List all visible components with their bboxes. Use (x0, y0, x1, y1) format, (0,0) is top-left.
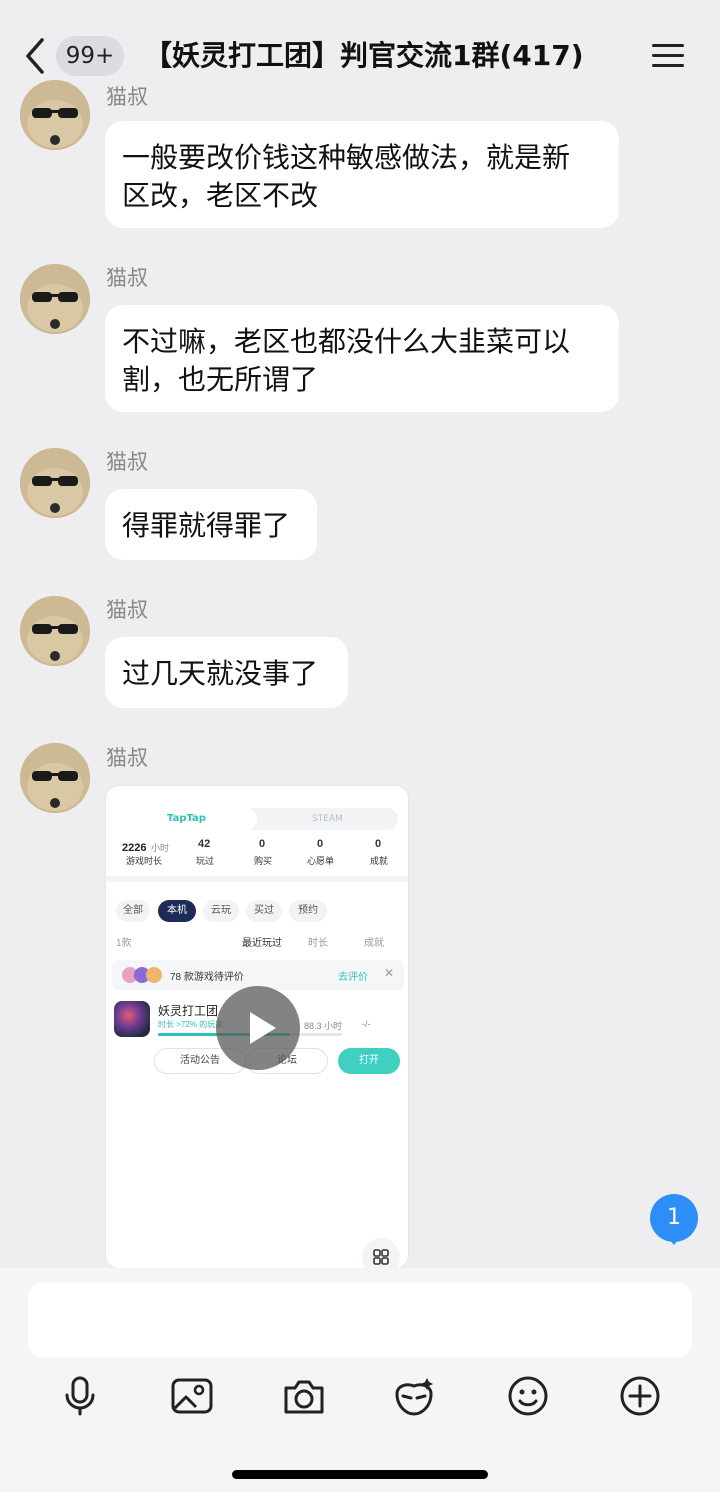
stat-label: 成就 (370, 856, 389, 866)
message-bubble[interactable]: 得罪就得罪了 (105, 489, 317, 560)
page-title: 【妖灵打工团】判官交流1群(417) (144, 39, 584, 72)
message-input[interactable] (28, 1283, 692, 1357)
microphone-icon[interactable] (58, 1374, 102, 1418)
message-line: 过几天就没事了 (122, 657, 319, 690)
game-icon (114, 1001, 150, 1037)
tab-steam: STEAM (312, 814, 343, 824)
sender-name: 猫叔 (106, 85, 148, 109)
stat-label: 玩过 (196, 856, 215, 866)
tab-taptap: TapTap (116, 808, 257, 830)
game-rating: -/- (362, 1019, 371, 1029)
filter-bought: 买过 (246, 900, 282, 922)
badge-tail (667, 1236, 681, 1245)
camera-icon[interactable] (282, 1374, 326, 1418)
game-hours: 88.3 小时 (304, 1021, 343, 1031)
avatar[interactable] (20, 264, 90, 334)
open-button: 打开 (338, 1048, 400, 1074)
stat-label: 心愿单 (307, 856, 335, 866)
message-line: 区改，老区不改 (122, 179, 319, 212)
grid-icon[interactable] (362, 1238, 400, 1268)
avatar[interactable] (20, 80, 90, 150)
stat-value: 0 (259, 838, 266, 850)
stat-value: 0 (317, 838, 324, 850)
filter-all: 全部 (116, 900, 150, 922)
avatar[interactable] (20, 448, 90, 518)
unread-count-badge[interactable]: 99+ (56, 36, 124, 76)
new-message-badge[interactable]: 1 (650, 1194, 698, 1242)
video-message[interactable]: TapTap STEAM 2226 小时 游戏时长 42 玩过 0 购买 0 心… (105, 785, 409, 1269)
filter-reserved: 预约 (289, 900, 327, 922)
platform-tabs: TapTap STEAM (116, 808, 398, 830)
stat-value: 42 (198, 838, 211, 850)
avatar[interactable] (20, 743, 90, 813)
stat-label: 游戏时长 (126, 856, 163, 866)
avatar[interactable] (20, 596, 90, 666)
playtime-note: 时长 >72% 的玩家 (158, 1020, 224, 1029)
sort-time: 时长 (308, 938, 328, 949)
back-icon[interactable] (20, 36, 54, 76)
game-name: 妖灵打工团 (158, 1004, 219, 1018)
menu-icon[interactable] (650, 40, 686, 74)
sender-name: 猫叔 (106, 746, 148, 770)
emoji-icon[interactable] (506, 1374, 550, 1418)
plus-icon[interactable] (618, 1374, 662, 1418)
pending-text: 78 款游戏待评价 (170, 972, 244, 983)
message-line: 得罪就得罪了 (122, 509, 291, 542)
play-icon[interactable] (216, 986, 300, 1070)
list-count: 1款 (116, 938, 132, 949)
message-bubble[interactable]: 一般要改价钱这种敏感做法，就是新 区改，老区不改 (105, 121, 619, 228)
sender-name: 猫叔 (106, 598, 148, 622)
message-bubble[interactable]: 过几天就没事了 (105, 637, 348, 708)
sender-name: 猫叔 (106, 266, 148, 290)
mask-icon[interactable] (392, 1374, 436, 1418)
input-panel (0, 1268, 720, 1492)
close-icon: ✕ (384, 966, 395, 980)
message-line: 割，也无所谓了 (122, 363, 319, 396)
filter-local: 本机 (158, 900, 196, 922)
stat-label: 购买 (254, 856, 273, 866)
chat-header: 99+ 【妖灵打工团】判官交流1群(417) (0, 0, 720, 96)
message-line: 不过嘛，老区也都没什么大韭菜可以 (122, 325, 571, 358)
image-icon[interactable] (170, 1374, 214, 1418)
message-line: 一般要改价钱这种敏感做法，就是新 (122, 141, 571, 174)
pending-action: 去评价 (338, 972, 368, 983)
profile-card (106, 786, 408, 882)
sort-recent: 最近玩过 (242, 938, 282, 949)
sender-name: 猫叔 (106, 450, 148, 474)
filter-cloud: 云玩 (203, 900, 239, 922)
sort-achievement: 成就 (364, 938, 384, 949)
stat-value: 0 (375, 838, 382, 850)
message-bubble[interactable]: 不过嘛，老区也都没什么大韭菜可以 割，也无所谓了 (105, 305, 619, 412)
home-indicator (232, 1470, 488, 1479)
game-thumbs (122, 966, 162, 984)
